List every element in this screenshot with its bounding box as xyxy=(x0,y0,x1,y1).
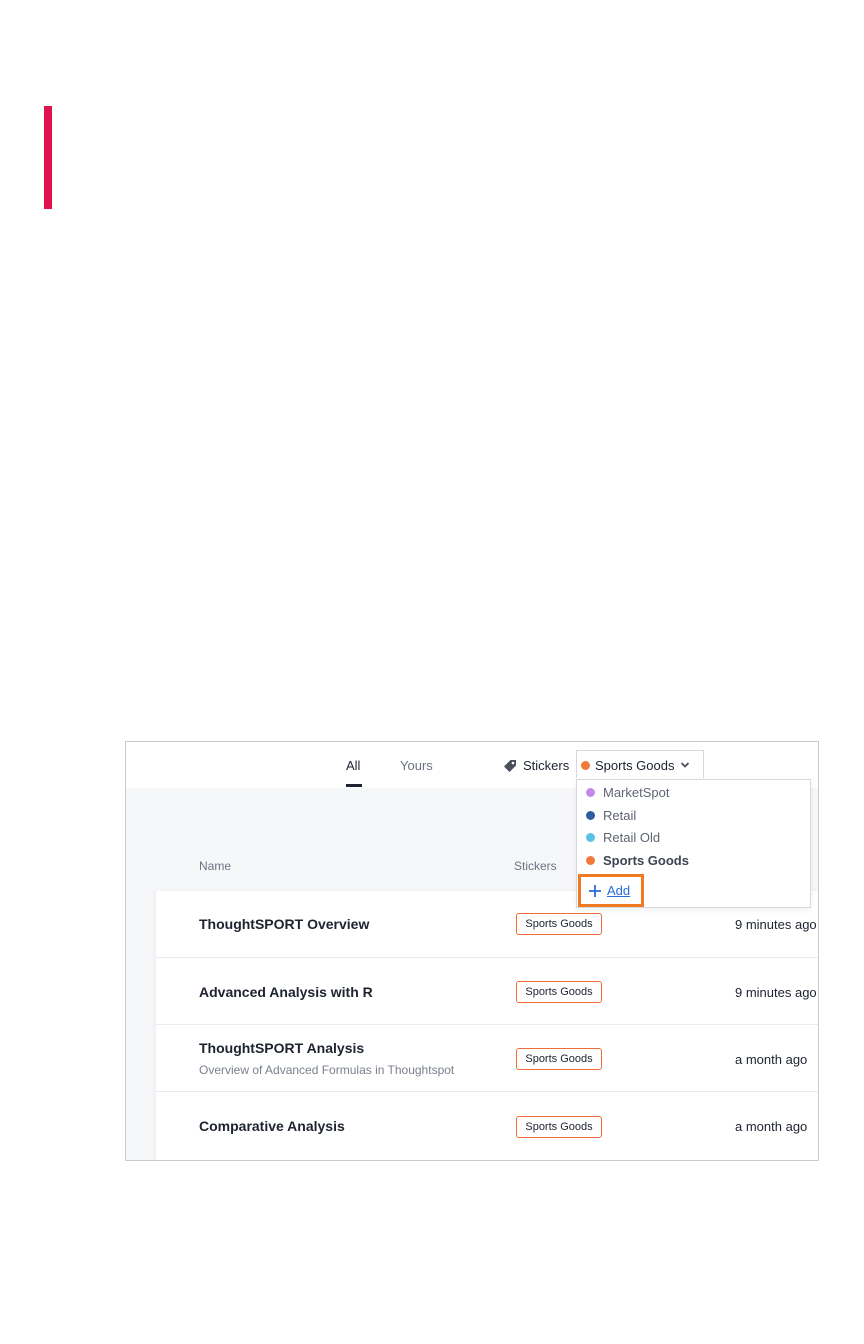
option-color-dot xyxy=(586,811,595,820)
sticker-badge[interactable]: Sports Goods xyxy=(516,1048,602,1070)
row-title[interactable]: ThoughtSPORT Analysis xyxy=(199,1040,364,1056)
dropdown-option-retail-old[interactable]: Retail Old xyxy=(577,827,810,849)
sticker-badge[interactable]: Sports Goods xyxy=(516,1116,602,1138)
sticker-badge[interactable]: Sports Goods xyxy=(516,913,602,935)
column-header-stickers[interactable]: Stickers xyxy=(514,859,557,873)
row-time: 9 minutes ago xyxy=(735,985,817,1000)
sticker-dropdown-menu: MarketSpot Retail Retail Old Sports Good… xyxy=(576,779,811,908)
table-row[interactable]: ThoughtSPORT Analysis Overview of Advanc… xyxy=(156,1025,818,1092)
row-title[interactable]: ThoughtSPORT Overview xyxy=(199,916,369,932)
column-header-name[interactable]: Name xyxy=(199,859,231,873)
stickers-label: Stickers xyxy=(523,758,570,773)
option-label: Retail Old xyxy=(603,830,661,845)
divider xyxy=(818,832,819,892)
sticker-badge[interactable]: Sports Goods xyxy=(516,981,602,1003)
selected-sticker-value: Sports Goods xyxy=(595,758,675,773)
plus-icon xyxy=(589,885,601,897)
option-label: Sports Goods xyxy=(603,853,689,868)
row-title[interactable]: Advanced Analysis with R xyxy=(199,984,373,1000)
option-color-dot xyxy=(586,856,595,865)
row-time: a month ago xyxy=(735,1119,808,1134)
row-time: a month ago xyxy=(735,1052,808,1067)
selected-sticker-dot xyxy=(581,761,590,770)
option-label: MarketSpot xyxy=(603,785,670,800)
add-sticker-button[interactable]: Add xyxy=(578,874,644,907)
results-table: ThoughtSPORT Overview Sports Goods 9 min… xyxy=(156,891,818,1160)
row-time: 9 minutes ago xyxy=(735,917,817,932)
dropdown-option-sports-goods[interactable]: Sports Goods xyxy=(577,850,810,872)
dropdown-option-marketspot[interactable]: MarketSpot xyxy=(577,782,810,804)
row-title[interactable]: Comparative Analysis xyxy=(199,1118,345,1134)
option-color-dot xyxy=(586,788,595,797)
tag-icon xyxy=(504,760,516,772)
active-tab-indicator xyxy=(346,784,362,787)
table-row[interactable]: Advanced Analysis with R Sports Goods 9 … xyxy=(156,958,818,1025)
sticker-select[interactable]: Sports Goods xyxy=(576,750,704,778)
tab-yours[interactable]: Yours xyxy=(400,758,433,773)
add-link[interactable]: Add xyxy=(607,883,630,898)
dropdown-option-retail[interactable]: Retail xyxy=(577,805,810,827)
tab-all[interactable]: All xyxy=(346,758,360,773)
accent-bar xyxy=(44,106,52,209)
table-row[interactable]: Comparative Analysis Sports Goods a mont… xyxy=(156,1092,818,1159)
option-label: Retail xyxy=(603,808,637,823)
row-subtitle: Overview of Advanced Formulas in Thought… xyxy=(199,1063,455,1077)
option-color-dot xyxy=(586,833,595,842)
screenshot-frame: All Yours Stickers Sports Goods Name Sti… xyxy=(125,741,819,1161)
chevron-down-icon xyxy=(680,762,690,768)
